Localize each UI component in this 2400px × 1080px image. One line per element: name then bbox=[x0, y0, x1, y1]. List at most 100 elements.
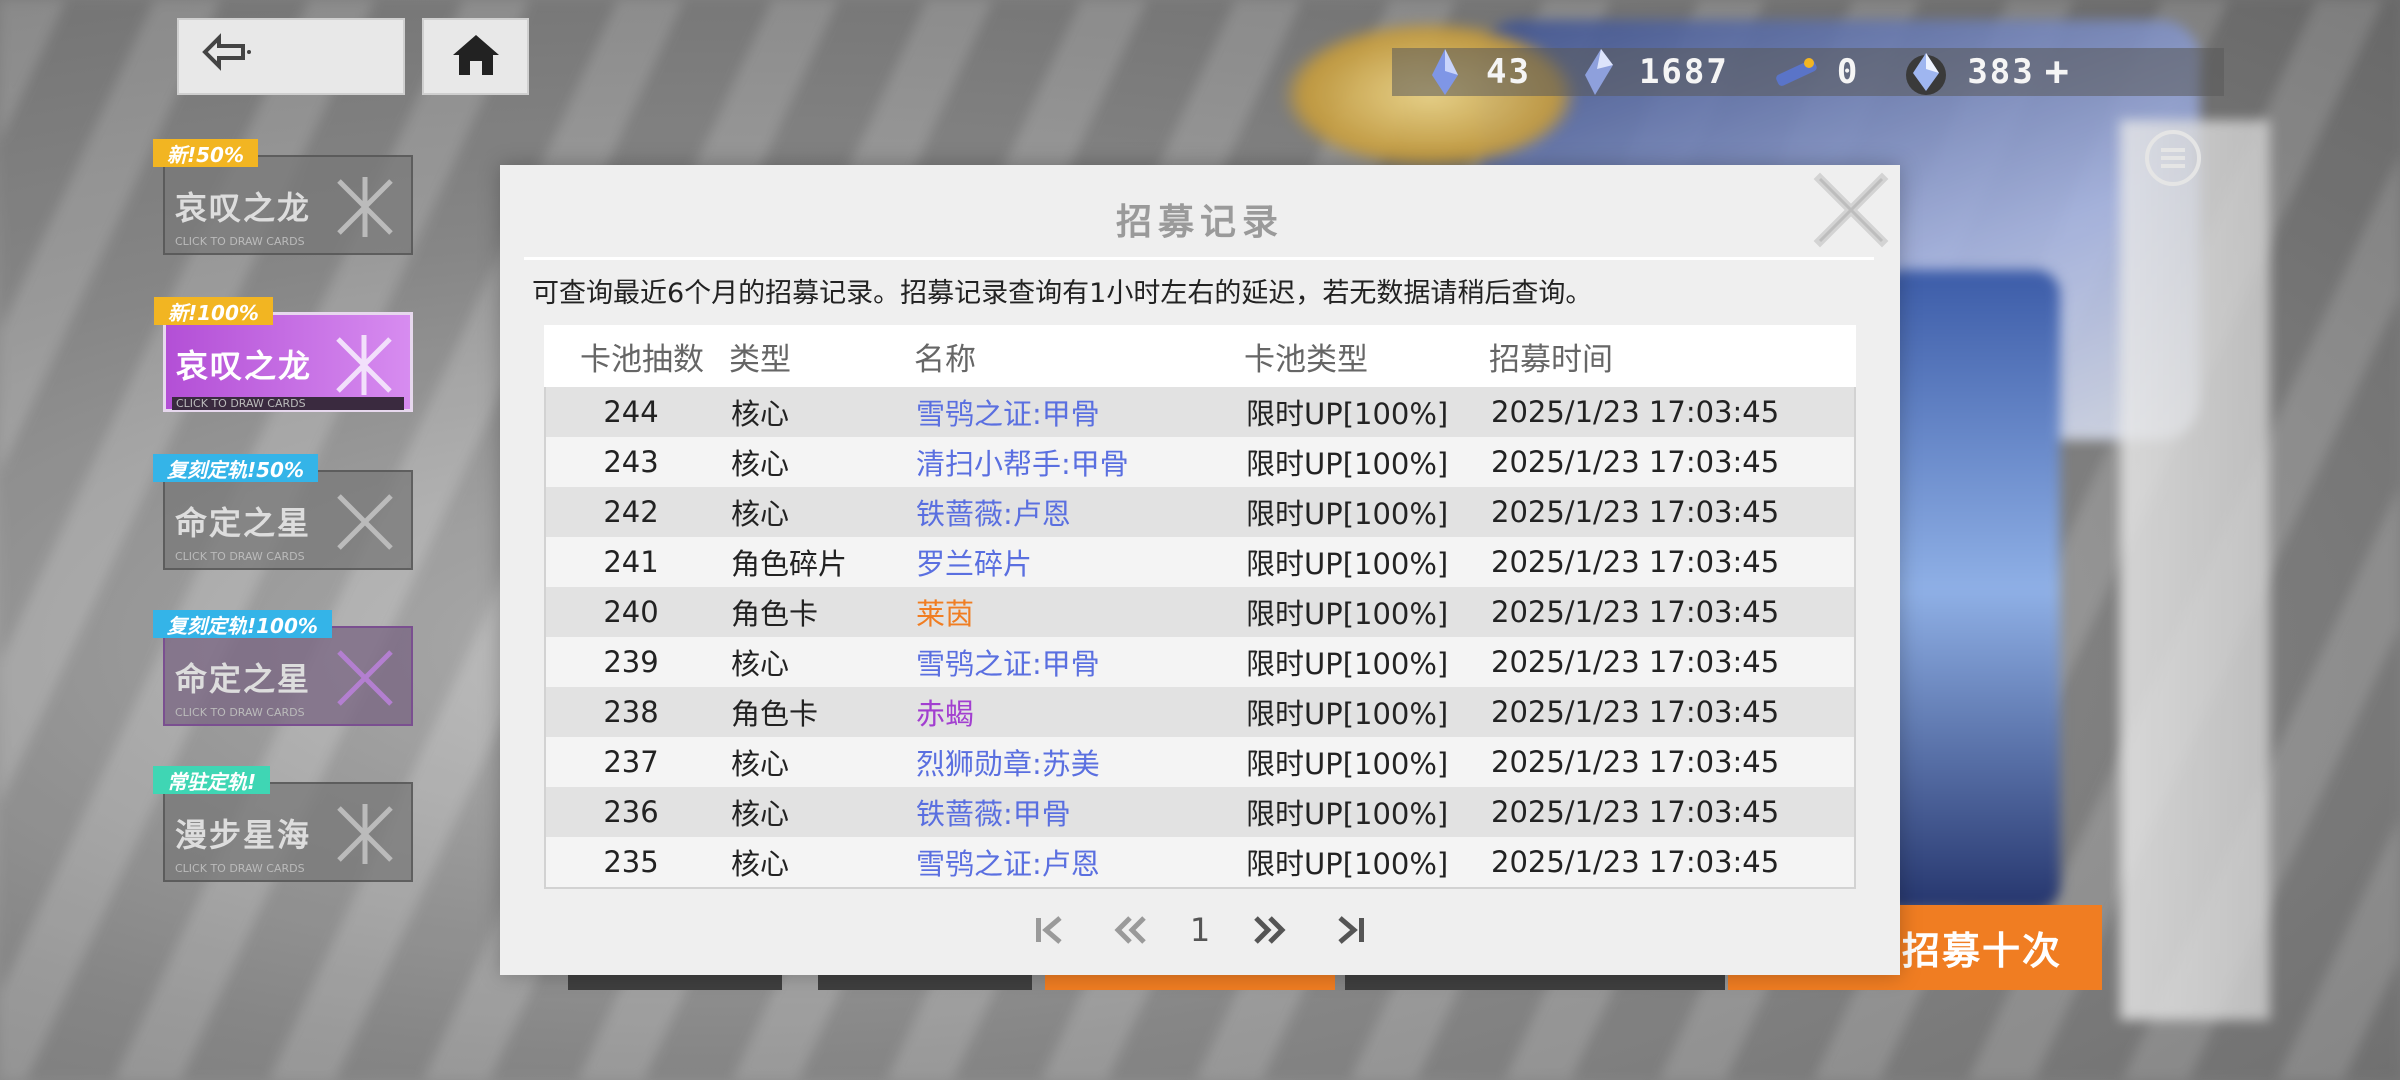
gem-icon bbox=[1906, 53, 1947, 95]
cell-time: 2025/1/23 17:03:45 bbox=[1491, 645, 1780, 679]
cell-time: 2025/1/23 17:03:45 bbox=[1491, 595, 1780, 629]
close-button[interactable] bbox=[1810, 169, 1892, 251]
cell-num: 235 bbox=[603, 845, 659, 879]
cell-pool: 限时UP[100%] bbox=[1246, 497, 1449, 531]
cell-name: 赤蝎 bbox=[916, 697, 975, 731]
table-row: 237 核心 烈狮勋章:苏美 限时UP[100%] 2025/1/23 17:03:45 bbox=[546, 737, 1854, 787]
last-page-icon bbox=[1338, 916, 1364, 944]
cell-name: 雪鸮之证:甲骨 bbox=[916, 397, 1100, 431]
snowflake-icon bbox=[336, 335, 392, 395]
table-row: 235 核心 雪鸮之证:卢恩 限时UP[100%] 2025/1/23 17:03:45 bbox=[546, 837, 1854, 887]
cell-name: 雪鸮之证:卢恩 bbox=[916, 847, 1100, 881]
ticket-icon bbox=[1776, 58, 1817, 86]
cell-num: 237 bbox=[603, 745, 659, 779]
cell-name: 雪鸮之证:甲骨 bbox=[916, 647, 1100, 681]
banner-item[interactable]: 新!50% 哀叹之龙 CLICK TO DRAW CARDS bbox=[153, 139, 413, 255]
banner-name: 哀叹之龙 bbox=[175, 189, 312, 227]
star-icon bbox=[337, 494, 393, 550]
column-header: 类型 bbox=[729, 341, 791, 378]
prev-page-button[interactable] bbox=[1100, 905, 1160, 955]
next-page-icon bbox=[1254, 916, 1286, 944]
banner-name: 命定之星 bbox=[175, 660, 312, 698]
banner-item-active[interactable]: 新!100% 哀叹之龙 CLICK TO DRAW CARDS bbox=[154, 297, 413, 412]
notice-text: 可查询最近6个月的招募记录。招募记录查询有1小时左右的延迟，若无数据请稍后查询。 bbox=[532, 278, 1593, 309]
cell-num: 241 bbox=[603, 545, 659, 579]
cell-time: 2025/1/23 17:03:45 bbox=[1491, 495, 1780, 529]
cell-type: 角色碎片 bbox=[731, 547, 848, 581]
cell-type: 核心 bbox=[731, 397, 790, 431]
cell-num: 243 bbox=[603, 445, 659, 479]
cell-num: 240 bbox=[603, 595, 659, 629]
currency-value: 383 bbox=[1967, 52, 2035, 92]
currency-crystal: 43 bbox=[1418, 45, 1531, 99]
currency-value: 43 bbox=[1486, 52, 1531, 92]
cell-type: 核心 bbox=[731, 497, 790, 531]
next-page-button[interactable] bbox=[1240, 905, 1300, 955]
banner-subtitle: CLICK TO DRAW CARDS bbox=[175, 862, 305, 875]
cell-name: 铁蔷薇:甲骨 bbox=[916, 797, 1071, 831]
records-icon bbox=[2145, 130, 2201, 186]
table-body: 244 核心 雪鸮之证:甲骨 限时UP[100%] 2025/1/23 17:03:45… bbox=[544, 387, 1856, 889]
cell-num: 242 bbox=[603, 495, 659, 529]
cell-time: 2025/1/23 17:03:45 bbox=[1491, 845, 1780, 879]
table-row: 236 核心 铁蔷薇:甲骨 限时UP[100%] 2025/1/23 17:03:45 bbox=[546, 787, 1854, 837]
column-header: 名称 bbox=[914, 341, 976, 378]
cell-pool: 限时UP[100%] bbox=[1246, 697, 1449, 731]
table-row: 242 核心 铁蔷薇:卢恩 限时UP[100%] 2025/1/23 17:03:45 bbox=[546, 487, 1854, 537]
cell-type: 核心 bbox=[731, 847, 790, 881]
cell-pool: 限时UP[100%] bbox=[1246, 797, 1449, 831]
pagination: 1 bbox=[500, 905, 1900, 955]
cell-name: 清扫小帮手:甲骨 bbox=[916, 447, 1129, 481]
banner-item[interactable]: 复刻定轨!100% 命定之星 CLICK TO DRAW CARDS bbox=[153, 610, 413, 726]
recruit-records-dialog: 招募记录 可查询最近6个月的招募记录。招募记录查询有1小时左右的延迟，若无数据请… bbox=[500, 165, 1900, 975]
cell-pool: 限时UP[100%] bbox=[1246, 397, 1449, 431]
home-button[interactable] bbox=[422, 18, 529, 95]
back-button[interactable] bbox=[177, 18, 405, 95]
cell-pool: 限时UP[100%] bbox=[1246, 647, 1449, 681]
title-divider bbox=[524, 257, 1874, 260]
column-header: 卡池类型 bbox=[1244, 341, 1368, 378]
cell-time: 2025/1/23 17:03:45 bbox=[1491, 445, 1780, 479]
home-icon bbox=[451, 33, 501, 81]
currency-gem: 383 + bbox=[1899, 45, 2069, 99]
cell-num: 236 bbox=[603, 795, 659, 829]
add-currency-button[interactable]: + bbox=[2045, 49, 2069, 95]
records-button[interactable] bbox=[2118, 128, 2228, 238]
cell-type: 核心 bbox=[731, 447, 790, 481]
close-icon bbox=[1813, 172, 1889, 248]
crystal-icon bbox=[1432, 49, 1458, 95]
cell-time: 2025/1/23 17:03:45 bbox=[1491, 745, 1780, 779]
currency-value: 1687 bbox=[1638, 52, 1729, 92]
cell-name: 铁蔷薇:卢恩 bbox=[916, 497, 1071, 531]
cell-pool: 限时UP[100%] bbox=[1246, 597, 1449, 631]
table-row: 244 核心 雪鸮之证:甲骨 限时UP[100%] 2025/1/23 17:03:45 bbox=[546, 387, 1854, 437]
cell-time: 2025/1/23 17:03:45 bbox=[1491, 795, 1780, 829]
cell-type: 核心 bbox=[731, 747, 790, 781]
banner-tag: 新!100% bbox=[154, 297, 273, 325]
banner-tag: 复刻定轨!100% bbox=[153, 610, 332, 638]
cell-pool: 限时UP[100%] bbox=[1246, 447, 1449, 481]
cell-time: 2025/1/23 17:03:45 bbox=[1491, 695, 1780, 729]
cell-name: 莱茵 bbox=[916, 597, 975, 631]
currency-shard: 1687 bbox=[1571, 45, 1729, 99]
banner-name: 哀叹之龙 bbox=[176, 347, 313, 385]
table-row: 238 角色卡 赤蝎 限时UP[100%] 2025/1/23 17:03:45 bbox=[546, 687, 1854, 737]
cell-type: 角色卡 bbox=[731, 697, 819, 731]
currency-bar: 43 1687 0 383 + bbox=[1392, 48, 2224, 96]
table-row: 239 核心 雪鸮之证:甲骨 限时UP[100%] 2025/1/23 17:03:45 bbox=[546, 637, 1854, 687]
snowflake-icon bbox=[337, 177, 393, 237]
banner-tag: 复刻定轨!50% bbox=[153, 454, 318, 482]
first-page-button[interactable] bbox=[1020, 905, 1080, 955]
last-page-button[interactable] bbox=[1320, 905, 1380, 955]
table-row: 241 角色碎片 罗兰碎片 限时UP[100%] 2025/1/23 17:03:45 bbox=[546, 537, 1854, 587]
records-table: 卡池抽数 类型 名称 卡池类型 招募时间 244 核心 雪鸮之证:甲骨 限时UP[10… bbox=[544, 325, 1856, 889]
cell-type: 角色卡 bbox=[731, 597, 819, 631]
sparkle-icon bbox=[337, 804, 393, 864]
banner-item[interactable]: 复刻定轨!50% 命定之星 CLICK TO DRAW CARDS bbox=[153, 454, 413, 570]
cell-time: 2025/1/23 17:03:45 bbox=[1491, 545, 1780, 579]
current-page: 1 bbox=[1189, 911, 1211, 949]
banner-subtitle: CLICK TO DRAW CARDS bbox=[175, 706, 305, 719]
banner-item[interactable]: 常驻定轨! 漫步星海 CLICK TO DRAW CARDS bbox=[153, 766, 413, 882]
cell-type: 核心 bbox=[731, 647, 790, 681]
table-header: 卡池抽数 类型 名称 卡池类型 招募时间 bbox=[544, 325, 1856, 387]
